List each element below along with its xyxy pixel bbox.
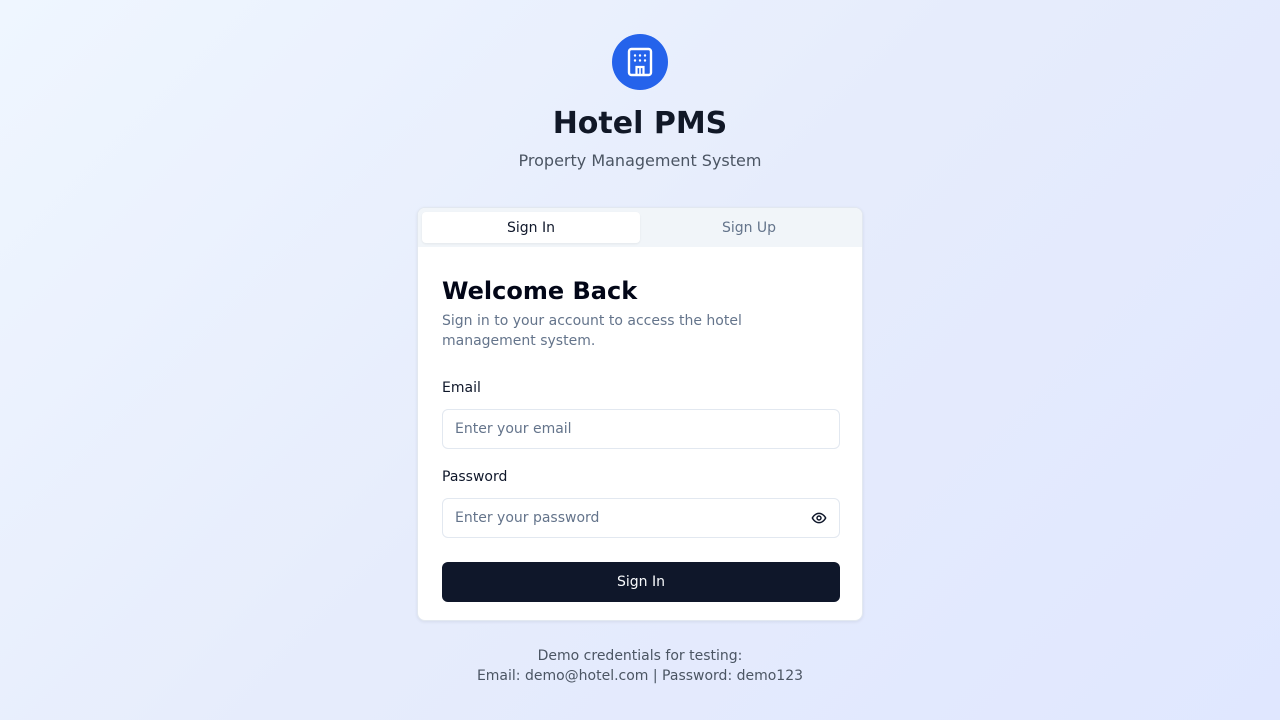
password-field[interactable] — [442, 498, 840, 538]
auth-tabs: Sign In Sign Up — [418, 208, 862, 247]
form-heading: Welcome Back — [442, 277, 638, 305]
eye-icon[interactable] — [810, 509, 828, 527]
app-subtitle: Property Management System — [518, 151, 762, 170]
sign-in-form: Welcome Back Sign in to your account to … — [418, 247, 862, 620]
app-header: Hotel PMS Property Management System — [0, 34, 1280, 172]
tab-sign-up[interactable]: Sign Up — [640, 212, 858, 243]
email-field[interactable] — [442, 409, 840, 449]
building-icon — [627, 47, 653, 77]
email-field-wrapper — [442, 409, 840, 449]
tab-sign-in[interactable]: Sign In — [422, 212, 640, 243]
sign-in-button[interactable]: Sign In — [442, 562, 840, 602]
password-field-wrapper — [442, 498, 840, 538]
auth-card: Sign In Sign Up Welcome Back Sign in to … — [417, 207, 863, 621]
demo-credentials-values: Email: demo@hotel.com | Password: demo12… — [476, 668, 804, 684]
app-logo — [612, 34, 668, 90]
app-title: Hotel PMS — [552, 106, 728, 141]
demo-credentials-intro: Demo credentials for testing: — [537, 648, 743, 664]
form-description: Sign in to your account to access the ho… — [442, 313, 742, 349]
demo-credentials: Demo credentials for testing: Email: dem… — [0, 646, 1280, 686]
email-label: Email — [442, 380, 481, 396]
password-label: Password — [442, 469, 508, 485]
